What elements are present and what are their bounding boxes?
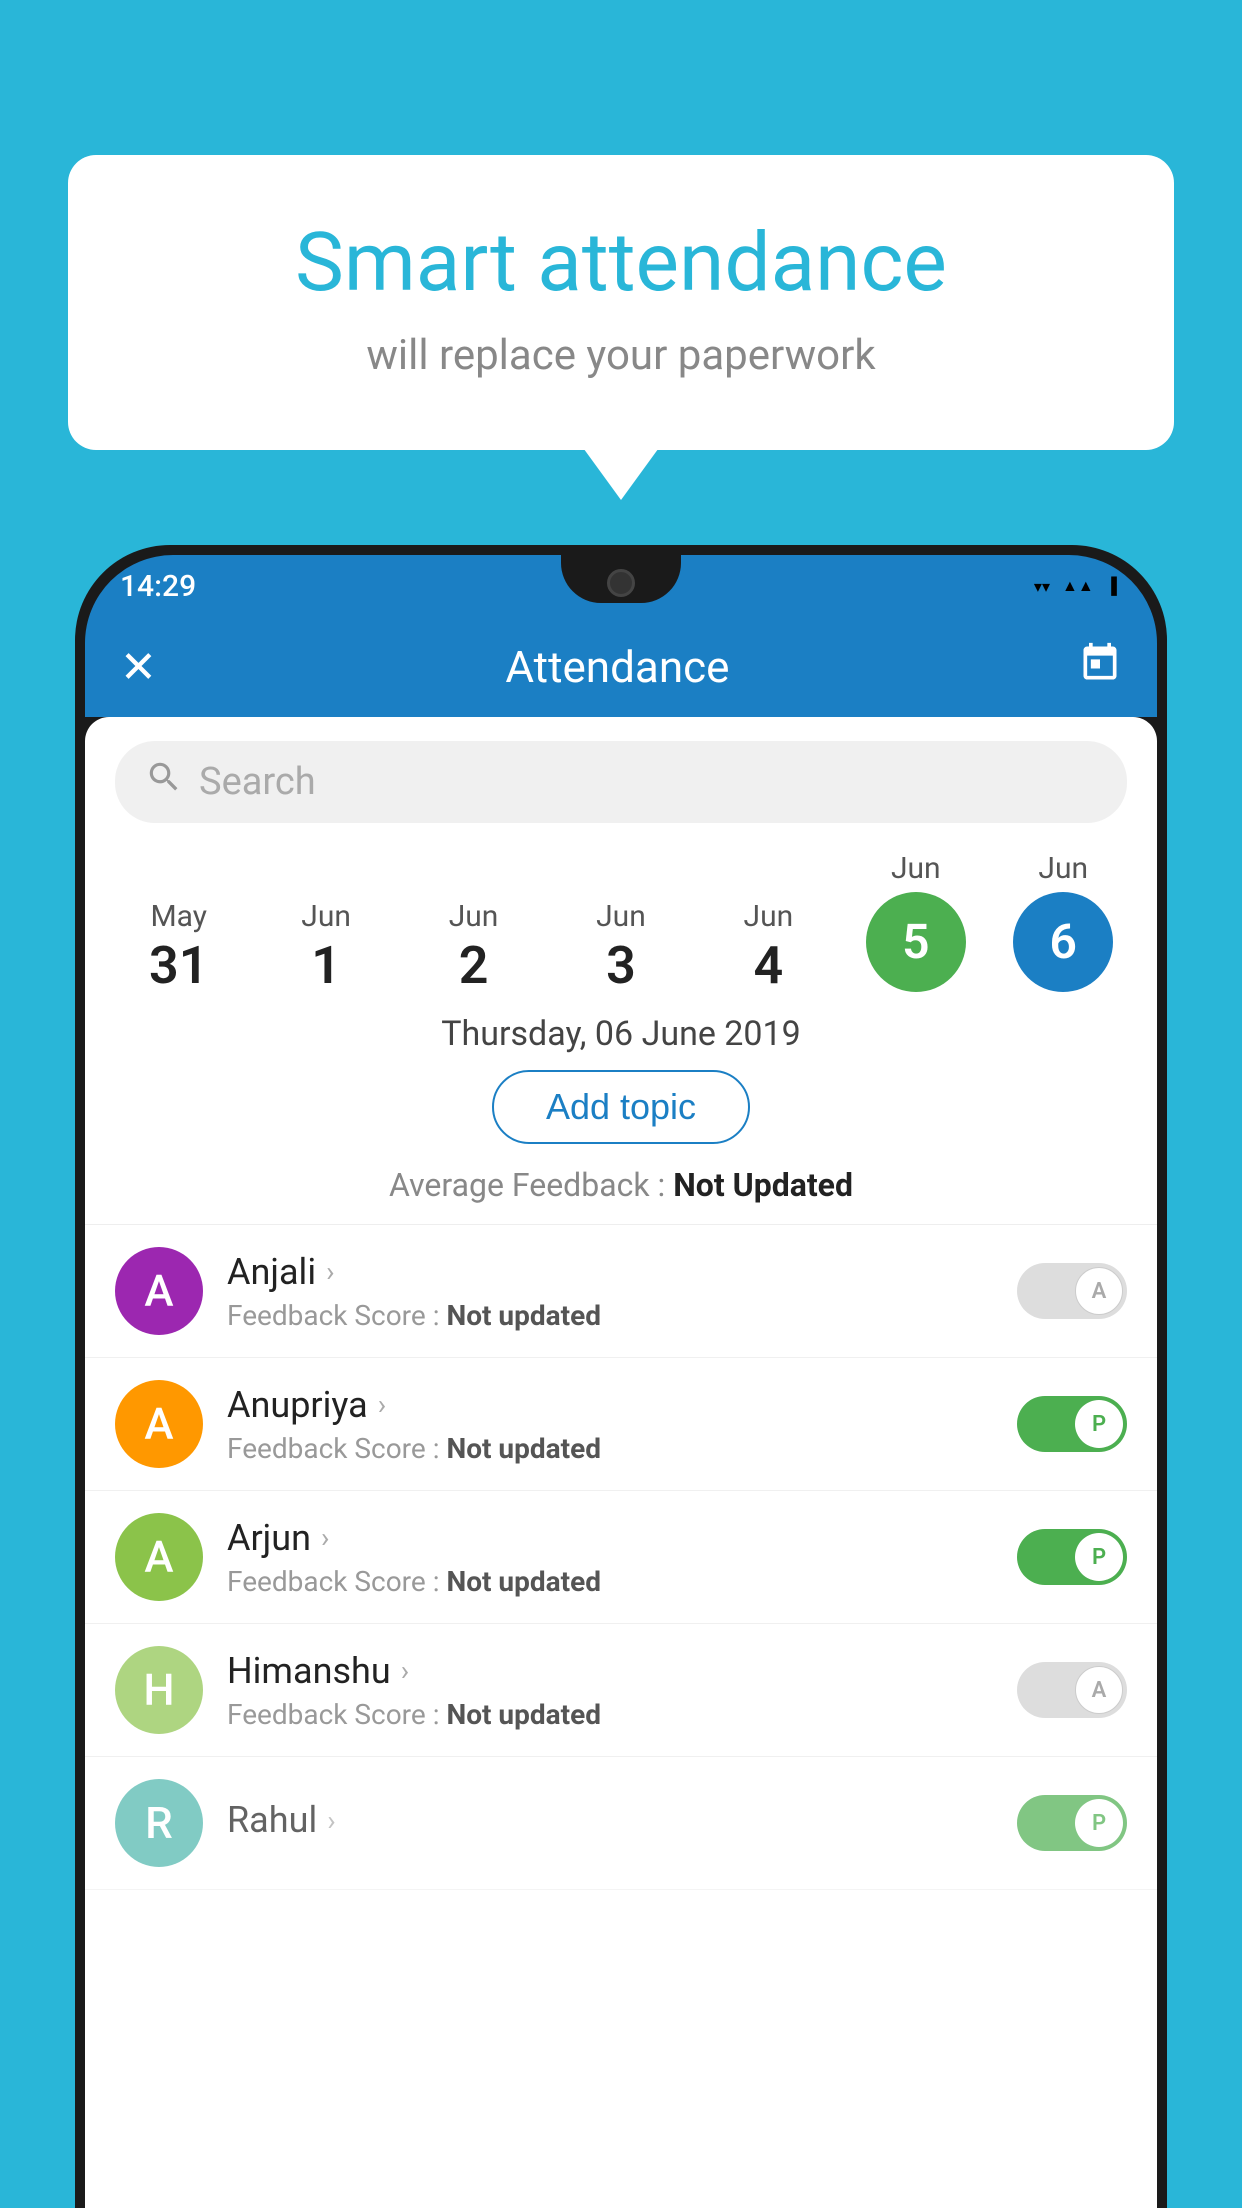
chevron-icon: › (378, 1388, 386, 1421)
close-button[interactable]: ✕ (120, 641, 157, 693)
date-row: May 31 Jun 1 Jun 2 Jun 3 (85, 841, 1157, 992)
bubble-subtitle: will replace your paperwork (128, 331, 1114, 380)
date-col-jun3[interactable]: Jun 3 (566, 899, 676, 992)
phone-frame: 14:29 ▾▾ ▲▲ ▐ ✕ Attendance (75, 545, 1167, 2208)
avatar-anjali: A (115, 1247, 203, 1335)
student-info-anjali: Anjali › Feedback Score : Not updated (227, 1251, 1017, 1332)
date-col-jun5[interactable]: Jun 5 (861, 851, 971, 992)
student-item-anupriya[interactable]: A Anupriya › Feedback Score : Not update… (85, 1358, 1157, 1491)
chevron-icon: › (321, 1521, 329, 1554)
date-col-jun2[interactable]: Jun 2 (419, 899, 529, 992)
avatar-rahul: R (115, 1779, 203, 1867)
signal-icon: ▲▲ (1062, 576, 1094, 596)
wifi-icon: ▾▾ (1034, 577, 1050, 596)
student-info-rahul: Rahul › (227, 1799, 1017, 1847)
chevron-icon: › (326, 1255, 334, 1288)
toggle-arjun[interactable]: P (1017, 1529, 1127, 1585)
toggle-himanshu[interactable]: A (1017, 1662, 1127, 1718)
search-bar[interactable]: Search (115, 741, 1127, 823)
notch (561, 555, 681, 603)
bubble-title: Smart attendance (128, 215, 1114, 311)
toggle-anupriya[interactable]: P (1017, 1396, 1127, 1452)
status-icons: ▾▾ ▲▲ ▐ (1034, 576, 1117, 596)
avatar-anupriya: A (115, 1380, 203, 1468)
student-info-anupriya: Anupriya › Feedback Score : Not updated (227, 1384, 1017, 1465)
avg-feedback: Average Feedback : Not Updated (85, 1166, 1157, 1204)
add-topic-button[interactable]: Add topic (492, 1070, 750, 1144)
toggle-rahul[interactable]: P (1017, 1795, 1127, 1851)
search-placeholder: Search (199, 760, 316, 804)
student-info-himanshu: Himanshu › Feedback Score : Not updated (227, 1650, 1017, 1731)
date-circle-jun6: 6 (1013, 892, 1113, 992)
phone-inner: 14:29 ▾▾ ▲▲ ▐ ✕ Attendance (85, 555, 1157, 2208)
speech-bubble: Smart attendance will replace your paper… (68, 155, 1174, 450)
battery-icon: ▐ (1106, 576, 1117, 596)
calendar-icon[interactable] (1078, 641, 1122, 694)
date-col-jun4[interactable]: Jun 4 (713, 899, 823, 992)
student-item-himanshu[interactable]: H Himanshu › Feedback Score : Not update… (85, 1624, 1157, 1757)
date-col-jun6[interactable]: Jun 6 (1008, 851, 1118, 992)
date-col-may31[interactable]: May 31 (124, 899, 234, 992)
student-info-arjun: Arjun › Feedback Score : Not updated (227, 1517, 1017, 1598)
student-item-rahul[interactable]: R Rahul › P (85, 1757, 1157, 1890)
camera (607, 569, 635, 597)
student-item-arjun[interactable]: A Arjun › Feedback Score : Not updated (85, 1491, 1157, 1624)
chevron-icon: › (401, 1654, 409, 1687)
avatar-arjun: A (115, 1513, 203, 1601)
speech-bubble-container: Smart attendance will replace your paper… (68, 155, 1174, 450)
header-title: Attendance (505, 641, 729, 693)
date-circle-jun5: 5 (866, 892, 966, 992)
selected-date: Thursday, 06 June 2019 (85, 1014, 1157, 1054)
chevron-icon: › (327, 1804, 335, 1837)
app-header: ✕ Attendance (85, 617, 1157, 717)
toggle-anjali[interactable]: A (1017, 1263, 1127, 1319)
avatar-himanshu: H (115, 1646, 203, 1734)
date-col-jun1[interactable]: Jun 1 (271, 899, 381, 992)
app-content: Search May 31 Jun 1 Jun 2 (85, 717, 1157, 2208)
student-item-anjali[interactable]: A Anjali › Feedback Score : Not updated (85, 1225, 1157, 1358)
search-icon (145, 758, 183, 806)
student-list: A Anjali › Feedback Score : Not updated (85, 1225, 1157, 1890)
status-time: 14:29 (120, 569, 196, 604)
